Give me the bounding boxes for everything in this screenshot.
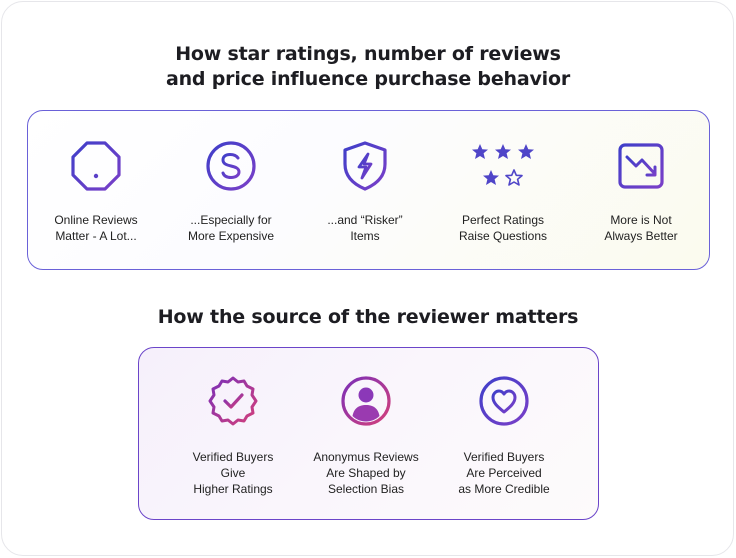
factor-online-reviews: Online Reviews Matter - A Lot... <box>26 140 166 244</box>
factor-more-not-better: More is Not Always Better <box>571 140 711 244</box>
source-anonymous-reviews: Anonymus Reviews Are Shaped by Selection… <box>296 375 436 497</box>
shield-bolt-icon <box>343 141 387 191</box>
dollar-coin-icon <box>206 141 256 191</box>
title-purchase-behavior: How star ratings, number of reviews and … <box>165 43 570 90</box>
trending-down-chart-icon <box>618 143 664 189</box>
warning-octagon-icon <box>71 141 121 191</box>
source-credibility: Verified Buyers Are Perceived as More Cr… <box>434 375 574 497</box>
factor-risky-items: ...and “Risker” Items <box>295 140 435 244</box>
factor-expensive: ...Especially for More Expensive <box>161 140 301 244</box>
stars-rating-icon <box>472 144 534 186</box>
user-avatar-icon <box>341 376 391 426</box>
factor-perfect-ratings: Perfect Ratings Raise Questions <box>433 140 573 244</box>
title-reviewer-source: How the source of the reviewer matters <box>157 306 579 328</box>
source-verified-ratings: Verified Buyers Give Higher Ratings <box>163 375 303 497</box>
heart-circle-icon <box>479 376 529 426</box>
verified-badge-icon <box>208 376 258 426</box>
